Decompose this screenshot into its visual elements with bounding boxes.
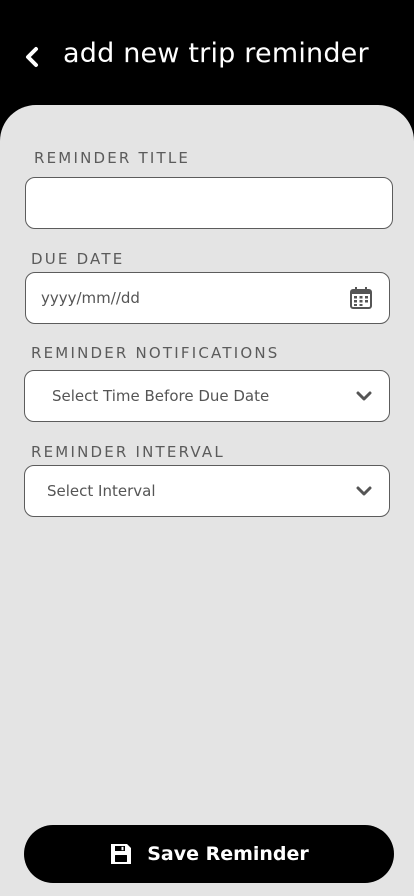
chevron-down-icon [356,485,372,497]
reminder-interval-value: Select Interval [47,482,156,500]
floppy-disk-icon [109,842,133,866]
reminder-interval-label: REMINDER INTERVAL [31,443,225,461]
reminder-notifications-value: Select Time Before Due Date [52,387,270,405]
back-button[interactable] [18,44,46,74]
save-reminder-button[interactable]: Save Reminder [24,825,394,883]
due-date-label: DUE DATE [31,250,125,268]
calendar-icon[interactable] [350,287,372,309]
chevron-down-icon [356,390,372,402]
page-title: add new trip reminder [63,38,369,69]
reminder-interval-select[interactable]: Select Interval [24,465,390,517]
save-reminder-label: Save Reminder [147,843,309,865]
reminder-title-label: REMINDER TITLE [34,149,191,167]
due-date-input[interactable]: yyyy/mm//dd [25,272,390,324]
app-header: add new trip reminder [0,0,414,110]
due-date-placeholder: yyyy/mm//dd [41,289,140,307]
reminder-title-input[interactable] [25,177,393,229]
chevron-left-icon [24,46,40,72]
reminder-notifications-label: REMINDER NOTIFICATIONS [31,344,280,362]
reminder-notifications-select[interactable]: Select Time Before Due Date [24,370,390,422]
